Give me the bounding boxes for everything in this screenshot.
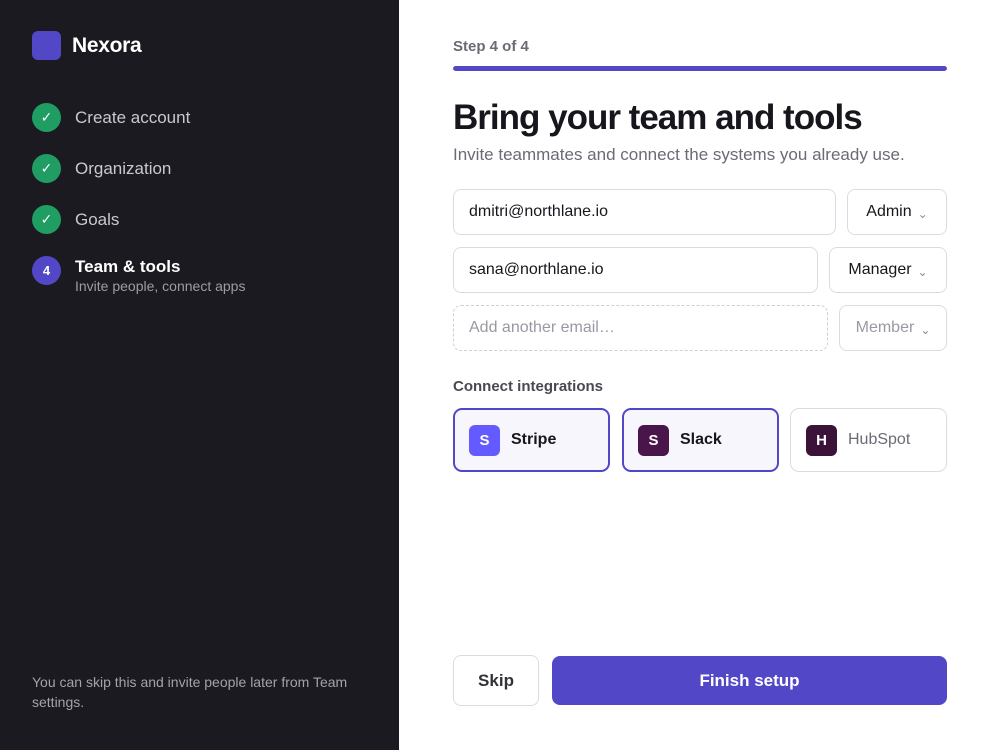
invite-row: Admin ⌄ xyxy=(453,189,947,235)
integration-name: Stripe xyxy=(511,431,557,448)
checkmark-icon: ✓ xyxy=(32,154,61,183)
stripe-icon: S xyxy=(469,424,500,456)
brand-name: Nexora xyxy=(72,33,142,57)
step-counter: Step 4 of 4 xyxy=(453,38,529,55)
page-subtitle: Invite teammates and connect the systems… xyxy=(453,145,905,164)
checkmark-icon: ✓ xyxy=(32,205,61,234)
chevron-down-icon: ⌄ xyxy=(920,323,931,337)
step-number-badge: 4 xyxy=(32,256,61,285)
integration-stripe[interactable]: S Stripe xyxy=(453,408,610,472)
step-create-account[interactable]: ✓ Create account xyxy=(32,103,190,132)
email-input[interactable] xyxy=(453,189,836,235)
sidebar: Nexora ✓ Create account ✓ Organization ✓… xyxy=(0,0,399,750)
step-label: Create account xyxy=(75,108,191,127)
role-select[interactable]: Admin ⌄ xyxy=(847,189,947,235)
step-label: Goals xyxy=(75,210,120,229)
hubspot-icon: H xyxy=(806,424,837,456)
finish-setup-button[interactable]: Finish setup xyxy=(552,656,947,705)
step-label: Organization xyxy=(75,159,172,178)
skip-button[interactable]: Skip xyxy=(453,655,539,706)
step-organization[interactable]: ✓ Organization xyxy=(32,154,171,183)
invite-row: Manager ⌄ xyxy=(453,247,947,293)
role-select[interactable]: Manager ⌄ xyxy=(829,247,947,293)
progress-bar xyxy=(453,66,947,71)
integration-name: Slack xyxy=(680,431,722,448)
chevron-down-icon: ⌄ xyxy=(917,265,928,279)
slack-icon: S xyxy=(638,424,669,456)
add-email-input[interactable] xyxy=(453,305,828,351)
progress-bar-fill xyxy=(453,66,947,71)
brand: Nexora xyxy=(32,31,142,60)
role-value: Manager xyxy=(848,261,912,278)
skip-note: You can skip this and invite people late… xyxy=(32,674,348,710)
step-goals[interactable]: ✓ Goals xyxy=(32,205,119,234)
email-input[interactable] xyxy=(453,247,818,293)
brand-logo-icon xyxy=(32,31,61,60)
checkmark-icon: ✓ xyxy=(32,103,61,132)
integrations-label: Connect integrations xyxy=(453,378,604,395)
chevron-down-icon: ⌄ xyxy=(917,207,928,221)
integration-name: HubSpot xyxy=(848,431,911,448)
role-value: Admin xyxy=(866,203,912,220)
integration-slack[interactable]: S Slack xyxy=(622,408,779,472)
step-team-tools: 4 Team & tools Invite people, connect ap… xyxy=(32,256,245,294)
role-select[interactable]: Member ⌄ xyxy=(839,305,947,351)
step-sublabel: Invite people, connect apps xyxy=(75,278,246,294)
page-title: Bring your team and tools xyxy=(453,98,863,137)
role-value: Member xyxy=(855,319,915,336)
invite-row: Member ⌄ xyxy=(453,305,947,351)
step-label: Team & tools xyxy=(75,257,181,276)
integration-hubspot[interactable]: H HubSpot xyxy=(790,408,947,472)
